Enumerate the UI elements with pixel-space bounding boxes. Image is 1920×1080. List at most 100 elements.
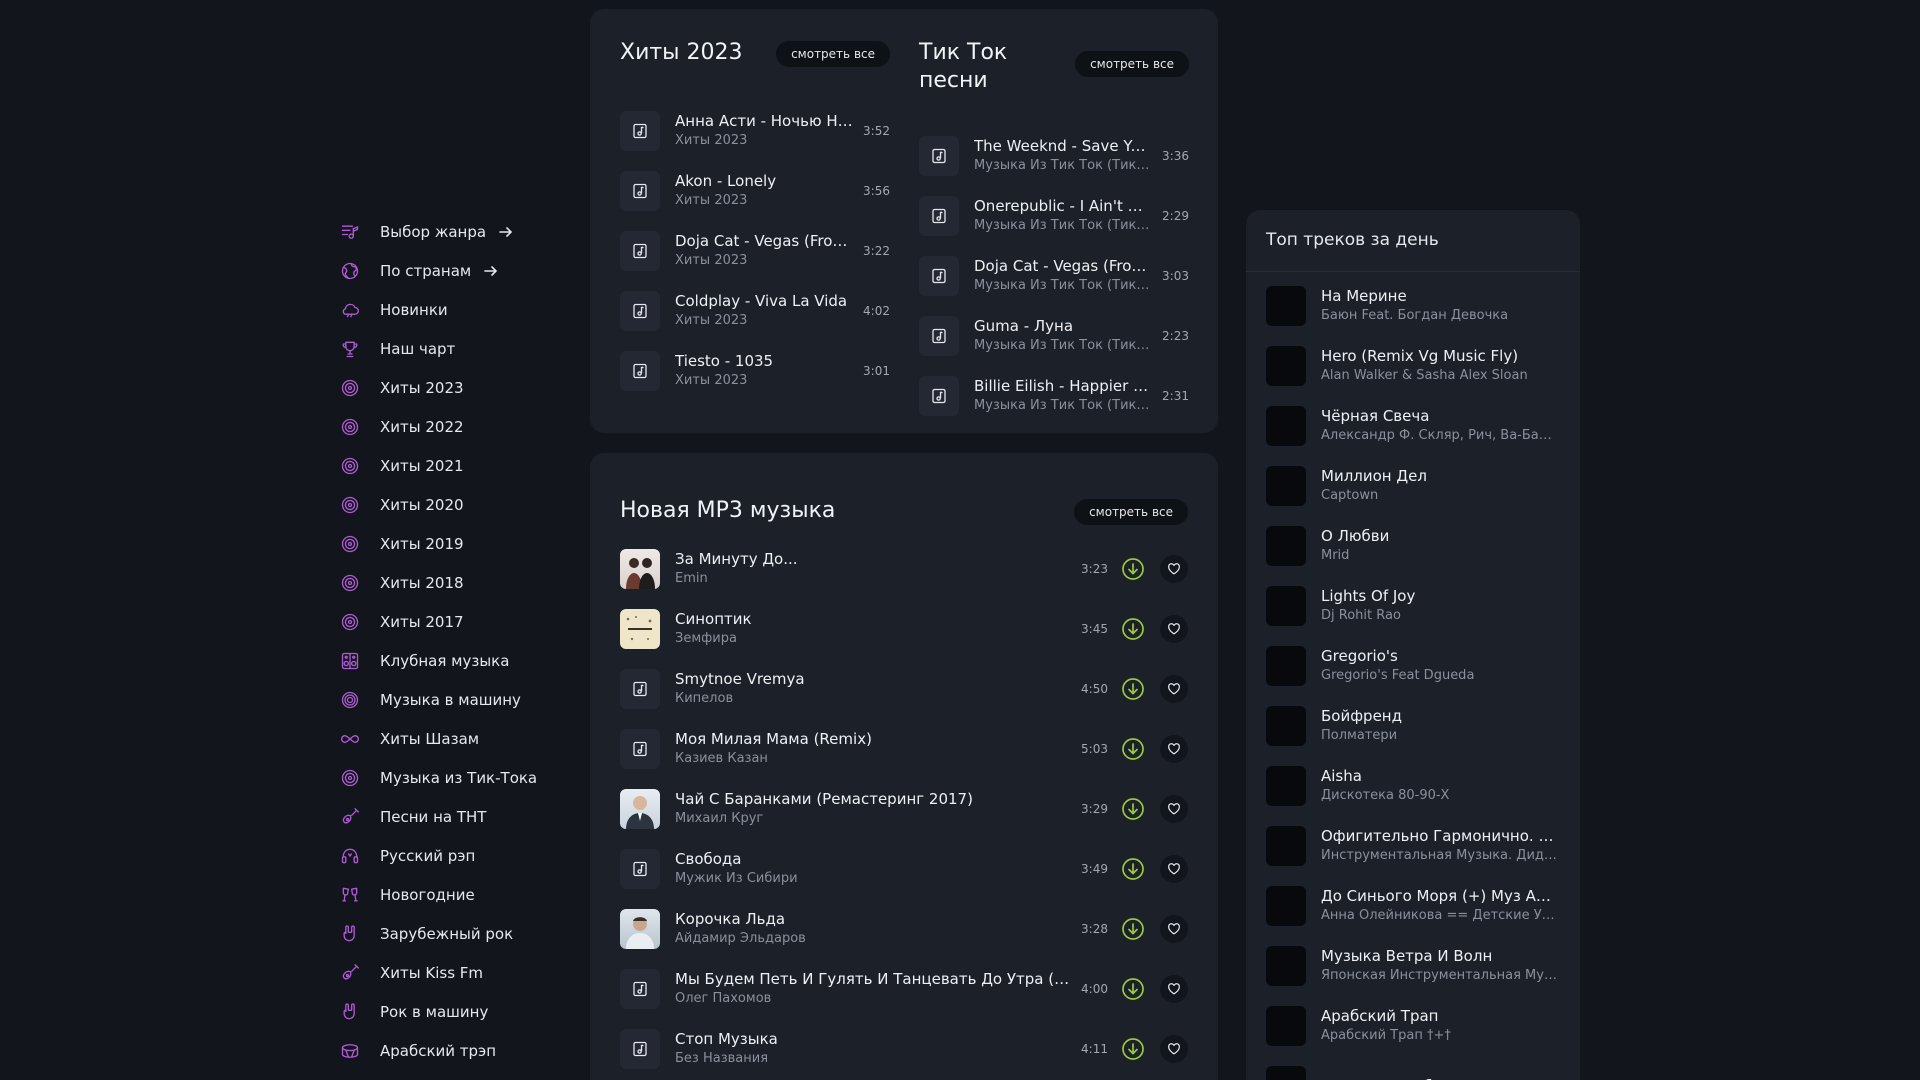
sidebar-item-12[interactable]: Музыка в машину [339, 680, 569, 719]
top-track-row[interactable]: Чёрная Свеча Александр Ф. Скляр, Рич, Ва… [1266, 396, 1560, 456]
download-icon[interactable] [1120, 1036, 1146, 1062]
sidebar-item-19[interactable]: Хиты Kiss Fm [339, 953, 569, 992]
track-artist: Арабский Трап †+† [1321, 1028, 1451, 1043]
download-icon[interactable] [1120, 856, 1146, 882]
top-track-row[interactable]: На Мерине Баюн Feat. Богдан Девочка [1266, 276, 1560, 336]
tiktok-see-all-button[interactable]: смотреть все [1075, 51, 1189, 77]
track-row[interactable]: Моя Милая Мама (Remix) Казиев Казан 5:03 [620, 719, 1188, 779]
track-row[interactable]: Onerepublic - I Ain't Worried Музыка Из … [919, 186, 1189, 246]
track-artist: Alan Walker & Sasha Alex Sloan [1321, 368, 1528, 383]
sidebar-item-9[interactable]: Хиты 2018 [339, 563, 569, 602]
track-row[interactable]: Свобода Мужик Из Сибири 3:49 [620, 839, 1188, 899]
track-title: Корочка Льда [675, 910, 786, 928]
sidebar-item-11[interactable]: Клубная музыка [339, 641, 569, 680]
track-row[interactable]: Guma - Луна Музыка Из Тик Ток (Тик-Ток) … [919, 306, 1189, 366]
track-row[interactable]: Coldplay - Viva La Vida Хиты 2023 4:02 [620, 281, 890, 341]
track-title: Doja Cat - Vegas (From Elvis) [675, 232, 853, 250]
top-track-row[interactable]: О Любви Mrid [1266, 516, 1560, 576]
new-music-card: Новая MP3 музыка смотреть все За Минуту … [590, 453, 1218, 1080]
sidebar-item-4[interactable]: Хиты 2023 [339, 368, 569, 407]
sidebar-item-label: Хиты 2018 [380, 573, 464, 592]
album-cover [1266, 766, 1306, 806]
heart-icon[interactable] [1160, 555, 1188, 583]
track-row[interactable]: Синоптик Земфира 3:45 [620, 599, 1188, 659]
track-row[interactable]: Мы Будем Петь И Гулять И Танцевать До Ут… [620, 959, 1188, 1019]
track-title: Моя Милая Мама (Remix) [675, 730, 872, 748]
sidebar-item-5[interactable]: Хиты 2022 [339, 407, 569, 446]
heart-icon[interactable] [1160, 915, 1188, 943]
sidebar-item-16[interactable]: Русский рэп [339, 836, 569, 875]
sidebar-item-7[interactable]: Хиты 2020 [339, 485, 569, 524]
sidebar-item-10[interactable]: Хиты 2017 [339, 602, 569, 641]
track-row[interactable]: Akon - Lonely Хиты 2023 3:56 [620, 161, 890, 221]
sidebar-item-2[interactable]: Новинки [339, 290, 569, 329]
heart-icon[interactable] [1160, 615, 1188, 643]
hits2023-see-all-button[interactable]: смотреть все [776, 41, 890, 67]
track-title: Smytnoe Vremya [675, 670, 805, 688]
sidebar-item-6[interactable]: Хиты 2021 [339, 446, 569, 485]
download-icon[interactable] [1120, 556, 1146, 582]
sidebar-item-label: Выбор жанра [380, 222, 487, 241]
track-row[interactable]: Анна Асти - Ночью На Кухне Хиты 2023 3:5… [620, 101, 890, 161]
track-duration: 3:01 [863, 364, 890, 378]
new-music-see-all-button[interactable]: смотреть все [1074, 499, 1188, 525]
music-note-icon [620, 231, 660, 271]
track-row[interactable]: Doja Cat - Vegas (From Elvis) Хиты 2023 … [620, 221, 890, 281]
sidebar-item-18[interactable]: Зарубежный рок [339, 914, 569, 953]
heart-icon[interactable] [1160, 795, 1188, 823]
top-track-row[interactable]: Музыка Ветра И Волн Японская Инструмента… [1266, 936, 1560, 996]
album-cover [1266, 826, 1306, 866]
track-row[interactable]: Smytnoe Vremya Кипелов 4:50 [620, 659, 1188, 719]
track-duration: 3:03 [1162, 269, 1189, 283]
track-row[interactable]: Стоп Музыка Без Названия 4:11 [620, 1019, 1188, 1079]
sidebar-item-15[interactable]: Песни на ТНТ [339, 797, 569, 836]
track-row[interactable]: За Минуту До... Emin 3:23 [620, 539, 1188, 599]
top-track-row[interactable]: До Синього Моря (+) Муз Анимация Анна Ол… [1266, 876, 1560, 936]
track-artist: Хиты 2023 [675, 133, 748, 148]
track-row[interactable]: Tiesto - 1035 Хиты 2023 3:01 [620, 341, 890, 401]
sidebar-item-21[interactable]: Арабский трэп [339, 1031, 569, 1070]
heart-icon[interactable] [1160, 855, 1188, 883]
top-track-row[interactable]: Офигительно Гармонично. Звуки Инструмент… [1266, 816, 1560, 876]
heart-icon[interactable] [1160, 1035, 1188, 1063]
sidebar-item-1[interactable]: По странам [339, 251, 569, 290]
sidebar-item-14[interactable]: Музыка из Тик-Тока [339, 758, 569, 797]
download-icon[interactable] [1120, 916, 1146, 942]
sidebar-item-3[interactable]: Наш чарт [339, 329, 569, 368]
download-icon[interactable] [1120, 976, 1146, 1002]
track-artist: Музыка Из Тик Ток (Тик-Ток) [974, 398, 1153, 413]
track-artist: Dj Rohit Rao [1321, 608, 1401, 623]
download-icon[interactable] [1120, 676, 1146, 702]
top-track-row[interactable]: Aisha Дискотека 80-90-Х [1266, 756, 1560, 816]
sidebar-item-0[interactable]: Выбор жанра [339, 212, 569, 251]
sidebar-item-13[interactable]: Хиты Шазам [339, 719, 569, 758]
sidebar-item-20[interactable]: Рок в машину [339, 992, 569, 1031]
top-track-row[interactable]: Арабский Трап Арабский Трап †+† [1266, 996, 1560, 1056]
download-icon[interactable] [1120, 796, 1146, 822]
top-track-row[interactable]: Lights Of Joy Dj Rohit Rao [1266, 576, 1560, 636]
heart-icon[interactable] [1160, 975, 1188, 1003]
track-row[interactable]: Чай С Баранками (Ремастеринг 2017) Михаи… [620, 779, 1188, 839]
heart-icon[interactable] [1160, 735, 1188, 763]
rock-hand-icon [339, 1001, 361, 1023]
sidebar-item-17[interactable]: Новогодние [339, 875, 569, 914]
heart-icon[interactable] [1160, 675, 1188, 703]
top-track-row[interactable]: Капитан Улыбнитесь [1266, 1056, 1560, 1080]
trophy-icon [339, 338, 361, 360]
track-title: Капитан Улыбнитесь [1321, 1076, 1560, 1080]
top-track-row[interactable]: Бойфренд Полматери [1266, 696, 1560, 756]
track-title: Guma - Луна [974, 317, 1074, 335]
track-row[interactable]: Billie Eilish - Happier Than Ever Музыка… [919, 366, 1189, 426]
track-artist: Captown [1321, 488, 1379, 503]
new-music-title: Новая MP3 музыка [620, 498, 836, 523]
track-row[interactable]: The Weeknd - Save Your Tears Музыка Из Т… [919, 126, 1189, 186]
top-track-row[interactable]: Gregorio's Gregorio's Feat Dgueda [1266, 636, 1560, 696]
top-track-row[interactable]: Hero (Remix Vg Music Fly) Alan Walker & … [1266, 336, 1560, 396]
track-row[interactable]: Корочка Льда Айдамир Эльдаров 3:28 [620, 899, 1188, 959]
sidebar-item-label: Хиты Kiss Fm [380, 963, 484, 982]
top-track-row[interactable]: Миллион Дел Captown [1266, 456, 1560, 516]
track-row[interactable]: Doja Cat - Vegas (From Elvis) Музыка Из … [919, 246, 1189, 306]
download-icon[interactable] [1120, 736, 1146, 762]
download-icon[interactable] [1120, 616, 1146, 642]
sidebar-item-8[interactable]: Хиты 2019 [339, 524, 569, 563]
